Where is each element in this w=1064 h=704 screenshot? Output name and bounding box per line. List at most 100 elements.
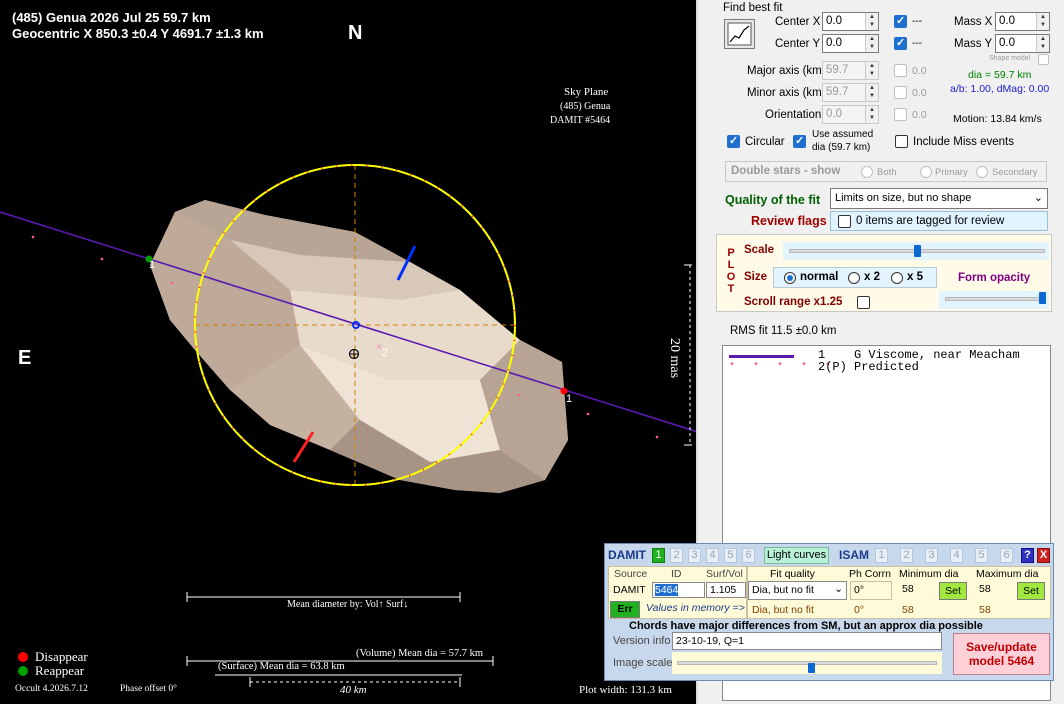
km-scale-label: 40 km bbox=[340, 684, 367, 696]
damit-tab-5[interactable]: 5 bbox=[724, 548, 737, 563]
damit-tab-1[interactable]: 1 bbox=[652, 548, 665, 563]
image-scale-slider[interactable] bbox=[677, 661, 937, 665]
spin-arrows-icon[interactable]: ▲ ▼ bbox=[1036, 35, 1049, 52]
spin-arrows-icon[interactable]: ▲ ▼ bbox=[865, 84, 878, 101]
size-x2-radio[interactable] bbox=[848, 272, 860, 284]
find-best-fit-button[interactable] bbox=[724, 19, 755, 49]
id-value: 5464 bbox=[655, 584, 679, 596]
spin-arrows-icon[interactable]: ▲ ▼ bbox=[1036, 13, 1049, 30]
source-header: Source bbox=[614, 568, 648, 580]
circular-label: Circular bbox=[745, 136, 785, 148]
rms-fit-label: RMS fit 11.5 ±0.0 km bbox=[730, 325, 837, 337]
fit-quality-select[interactable]: Dia, but no fit ⌄ bbox=[748, 581, 847, 600]
use-assumed-label: Use assumed bbox=[812, 129, 874, 140]
chord-1-label-left: 1 bbox=[149, 259, 156, 271]
center-x-input[interactable]: 0.0 ▲ ▼ bbox=[822, 12, 879, 31]
major-axis-label: Major axis (km) bbox=[747, 65, 826, 77]
both-radio[interactable] bbox=[861, 166, 873, 178]
values-in-memory-label: Values in memory => bbox=[646, 602, 745, 614]
orientation-input[interactable]: 0.0 ▲ ▼ bbox=[822, 105, 879, 124]
size-normal-radio[interactable] bbox=[784, 272, 796, 284]
major-axis-checkbox[interactable] bbox=[894, 64, 907, 77]
quality-select[interactable]: Limits on size, but no shape ⌄ bbox=[830, 188, 1048, 209]
damit-tab-3[interactable]: 3 bbox=[688, 548, 701, 563]
chevron-down-icon: ⌄ bbox=[834, 583, 843, 595]
form-opacity-label: Form opacity bbox=[958, 272, 1031, 284]
center-y-checkbox[interactable] bbox=[894, 36, 907, 50]
mass-x-input[interactable]: 0.0 ▲ ▼ bbox=[995, 12, 1050, 31]
secondary-radio[interactable] bbox=[976, 166, 988, 178]
damit-warning: Chords have major differences from SM, b… bbox=[629, 620, 983, 632]
center-x-checkbox[interactable] bbox=[894, 14, 907, 28]
scroll-range-checkbox[interactable] bbox=[857, 296, 870, 309]
size-x5-radio[interactable] bbox=[891, 272, 903, 284]
list-item[interactable]: 2(P) Predicted bbox=[818, 360, 919, 374]
damit-tab-2[interactable]: 2 bbox=[670, 548, 683, 563]
sky-plane-plot[interactable]: × (485) Genua 2026 Jul 25 59.7 km Geocen… bbox=[0, 0, 698, 704]
east-label: E bbox=[18, 347, 32, 369]
quality-label: Quality of the fit bbox=[725, 193, 821, 207]
minor-axis-checkbox[interactable] bbox=[894, 86, 907, 99]
isam-tab-1[interactable]: 1 bbox=[875, 548, 888, 563]
use-assumed-dia: dia (59.7 km) bbox=[812, 142, 871, 153]
isam-tab-6[interactable]: 6 bbox=[1000, 548, 1013, 563]
isam-tab-5[interactable]: 5 bbox=[975, 548, 988, 563]
minor-axis-label: Minor axis (km) bbox=[747, 87, 826, 99]
surfvol-header: Surf/Vol bbox=[706, 568, 743, 580]
set-max-button[interactable]: Set bbox=[1017, 582, 1045, 600]
shape-model-checkbox[interactable] bbox=[1038, 54, 1049, 65]
help-button[interactable]: ? bbox=[1021, 548, 1034, 563]
image-scale-thumb[interactable] bbox=[808, 663, 815, 673]
close-button[interactable]: X bbox=[1037, 548, 1050, 563]
center-x-label: Center X bbox=[775, 16, 821, 28]
err-button[interactable]: Err bbox=[610, 601, 640, 618]
skyplane-title: Sky Plane bbox=[564, 86, 609, 98]
opacity-slider[interactable] bbox=[945, 297, 1045, 301]
chord-1-label-right: 1 bbox=[566, 393, 573, 405]
mean-dia-title: Mean diameter by: Vol↑ Surf↓ bbox=[287, 599, 409, 610]
isam-title: ISAM bbox=[839, 548, 869, 562]
scale-label: 20 mas bbox=[667, 337, 683, 379]
both-label: Both bbox=[877, 167, 897, 178]
spin-arrows-icon[interactable]: ▲ ▼ bbox=[865, 62, 878, 79]
plot-title-1: (485) Genua 2026 Jul 25 59.7 km bbox=[12, 10, 211, 25]
primary-label: Primary bbox=[935, 167, 968, 178]
phcorr-input[interactable]: 0° bbox=[850, 581, 892, 600]
scale-slider-thumb[interactable] bbox=[914, 245, 921, 257]
isam-tab-2[interactable]: 2 bbox=[900, 548, 913, 563]
damit-tab-6[interactable]: 6 bbox=[742, 548, 755, 563]
spin-arrows-icon[interactable]: ▲ ▼ bbox=[865, 35, 878, 52]
review-flags-label: Review flags bbox=[751, 214, 827, 228]
id-header: ID bbox=[671, 568, 682, 580]
include-miss-checkbox[interactable] bbox=[895, 135, 908, 148]
isam-tab-3[interactable]: 3 bbox=[925, 548, 938, 563]
max-dia-input[interactable]: 58 bbox=[976, 581, 1013, 600]
damit-tab-4[interactable]: 4 bbox=[706, 548, 719, 563]
primary-radio[interactable] bbox=[920, 166, 932, 178]
circular-checkbox[interactable] bbox=[727, 134, 740, 148]
use-assumed-checkbox[interactable] bbox=[793, 134, 806, 148]
isam-tab-4[interactable]: 4 bbox=[950, 548, 963, 563]
spin-arrows-icon[interactable]: ▲ ▼ bbox=[865, 106, 878, 123]
review-flags-checkbox[interactable] bbox=[838, 215, 851, 228]
save-model-label: model 5464 bbox=[968, 654, 1035, 668]
review-flags-value: 0 items are tagged for review bbox=[856, 215, 1005, 227]
mem-min: 58 bbox=[902, 604, 914, 616]
set-min-button[interactable]: Set bbox=[939, 582, 967, 600]
spin-arrows-icon[interactable]: ▲ ▼ bbox=[865, 13, 878, 30]
orientation-checkbox[interactable] bbox=[894, 108, 907, 121]
min-dia-input[interactable]: 58 bbox=[899, 581, 936, 600]
opacity-slider-thumb[interactable] bbox=[1039, 292, 1046, 304]
save-update-button[interactable]: Save/update model 5464 bbox=[953, 633, 1050, 675]
shape-model-label: Shape model bbox=[989, 55, 1031, 62]
major-axis-input[interactable]: 59.7 ▲ ▼ bbox=[822, 61, 879, 80]
id-input[interactable]: 5464 bbox=[652, 582, 705, 598]
observer-num: 2(P) bbox=[818, 360, 847, 374]
light-curves-button[interactable]: Light curves bbox=[764, 547, 829, 564]
center-y-input[interactable]: 0.0 ▲ ▼ bbox=[822, 34, 879, 53]
include-miss-label: Include Miss events bbox=[913, 136, 1014, 148]
mass-y-input[interactable]: 0.0 ▲ ▼ bbox=[995, 34, 1050, 53]
version-info-input[interactable]: 23-10-19, Q=1 bbox=[672, 632, 942, 650]
minor-axis-input[interactable]: 59.7 ▲ ▼ bbox=[822, 83, 879, 102]
phcorr-header: Ph Corrn bbox=[849, 568, 892, 580]
